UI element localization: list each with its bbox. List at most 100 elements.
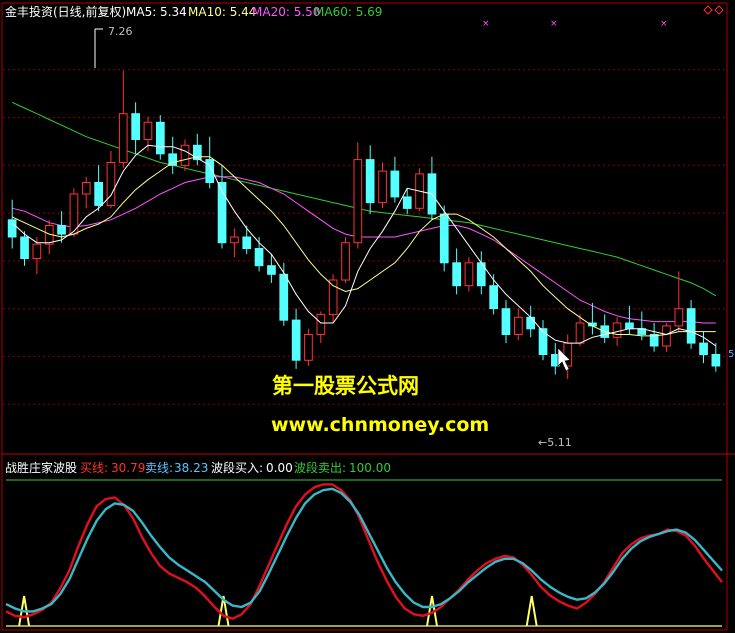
ma60-legend: MA60: 5.69: [314, 5, 382, 19]
candle: [341, 237, 350, 283]
candle: [711, 343, 721, 372]
indicator-lines: [5, 479, 723, 627]
candle: [625, 305, 634, 335]
candle-body: [230, 236, 239, 244]
candle: [365, 145, 375, 215]
candle-body: [575, 322, 585, 344]
candle: [44, 219, 54, 255]
stock-title: 金丰投资(日线,前复权): [5, 4, 126, 19]
candle-body: [291, 319, 301, 361]
ma20-line: [12, 176, 716, 324]
sell-line: [5, 487, 723, 613]
candle: [501, 300, 511, 344]
candle-body: [118, 113, 128, 163]
candle-body: [489, 285, 498, 310]
candle-body: [526, 316, 535, 330]
candle-body: [106, 162, 116, 206]
wave-buy-label: 波段买入:: [211, 460, 263, 475]
candle-body: [390, 170, 400, 198]
candle: [378, 162, 387, 209]
candle: [131, 102, 141, 154]
candle: [7, 199, 17, 249]
candle-body: [662, 325, 671, 347]
candle-body: [365, 159, 375, 204]
watermark-title: 第一股票公式网: [272, 374, 419, 398]
candle-body: [452, 262, 461, 287]
candle: [514, 308, 523, 341]
candle: [180, 139, 190, 172]
candle: [118, 70, 128, 169]
candle-body: [20, 236, 29, 259]
candle-body: [625, 322, 634, 330]
candle-body: [439, 213, 449, 264]
diamond-icon[interactable]: [714, 5, 724, 15]
candle: [415, 168, 424, 212]
low-price-label: ←5.11: [538, 436, 572, 449]
price-edge-value: 5: [728, 349, 734, 360]
candle-body: [699, 342, 708, 356]
candle-body: [464, 262, 474, 287]
candle-body: [538, 328, 548, 356]
candle: [353, 142, 363, 249]
candle-body: [267, 265, 276, 275]
candle-body: [378, 170, 387, 204]
sell-line-label: 卖线:: [145, 461, 173, 475]
candle-body: [711, 354, 721, 367]
candle: [168, 136, 178, 174]
candle-body: [7, 219, 17, 238]
wave-buy-value: 0.00: [266, 461, 293, 475]
buy-signal-spike: [525, 595, 538, 627]
ma10-legend: MA10: 5.44: [188, 5, 256, 19]
chart-frame: [1, 2, 735, 631]
ma60-line-group: [11, 101, 717, 297]
candle-body: [612, 322, 622, 338]
indicator-name: 战胜庄家波股: [5, 460, 77, 475]
ma5-line-group: [11, 144, 717, 347]
candle-body: [131, 113, 141, 140]
candle: [316, 311, 326, 344]
candle-body: [674, 308, 684, 327]
candle-body: [254, 248, 264, 267]
watermark-url: www.chnmoney.com: [271, 414, 489, 436]
marker-cross-icon: ×: [550, 19, 558, 29]
candle: [464, 257, 474, 292]
candle: [649, 323, 659, 352]
buy-line-label: 买线:: [80, 461, 108, 475]
candle-body: [156, 121, 165, 155]
candle: [94, 165, 104, 212]
candle: [205, 136, 215, 189]
candle: [476, 251, 486, 295]
candle: [674, 271, 684, 332]
candle-body: [57, 225, 66, 235]
candle-body: [304, 334, 313, 361]
candle: [328, 274, 338, 323]
stock-chart-window: 金丰投资(日线,前复权) MA5: 5.34 MA10: 5.44 MA20: …: [1, 2, 735, 631]
candle: [242, 225, 252, 255]
high-price-label: 7.26: [108, 25, 133, 38]
wave-sell-label: 波段卖出:: [294, 460, 346, 475]
candle: [291, 308, 301, 369]
ma20-legend: MA20: 5.50: [252, 5, 320, 19]
candle-body: [501, 308, 511, 336]
buy-line-value: 30.79: [111, 461, 145, 475]
wave-sell-value: 100.00: [349, 461, 391, 475]
candle: [193, 133, 202, 166]
candle: [390, 156, 400, 203]
candle-body: [316, 313, 326, 335]
candle: [686, 300, 696, 349]
candle-body: [402, 196, 412, 209]
diamond-icon[interactable]: [703, 5, 713, 15]
candle-body: [353, 159, 363, 244]
marker-cross-icon: ×: [660, 19, 668, 29]
candle: [538, 320, 548, 361]
candle: [304, 328, 313, 366]
candle: [156, 115, 165, 160]
candle-body: [279, 273, 289, 321]
candle-body: [81, 182, 91, 195]
candle: [230, 228, 239, 258]
ma5-legend: MA5: 5.34: [126, 5, 187, 19]
ma20-line-group: [12, 176, 716, 324]
marker-cross-icon: ×: [482, 19, 490, 29]
candle: [69, 188, 79, 237]
candle: [106, 151, 116, 209]
